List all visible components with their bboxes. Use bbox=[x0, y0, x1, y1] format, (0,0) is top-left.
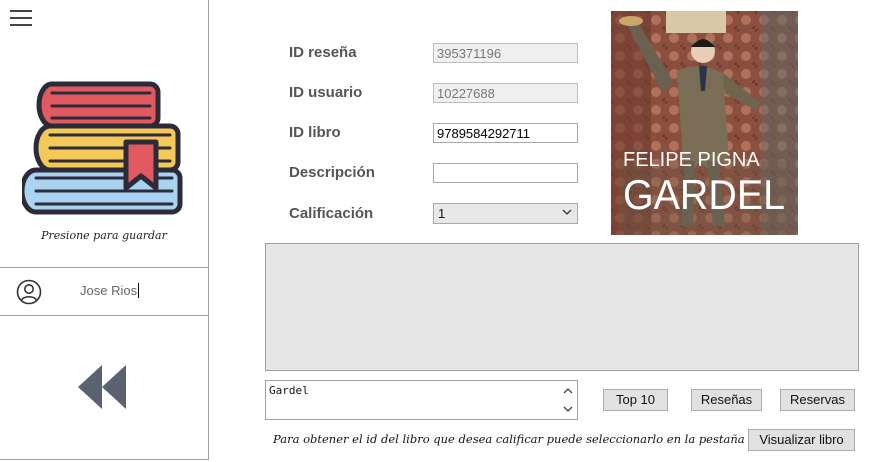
rating-select-value: 1 bbox=[438, 206, 446, 221]
reservations-button[interactable]: Reservas bbox=[780, 389, 855, 411]
sidebar: Presione para guardar Jose Rios bbox=[0, 0, 209, 460]
rating-select[interactable]: 1 bbox=[433, 203, 578, 224]
search-textbox[interactable]: Gardel bbox=[265, 380, 578, 420]
review-id-label: ID reseña bbox=[289, 44, 357, 61]
rewind-icon[interactable] bbox=[76, 363, 128, 411]
review-id-field[interactable] bbox=[433, 43, 578, 63]
chevron-up-icon[interactable] bbox=[562, 385, 574, 397]
cover-author: FELIPE PIGNA bbox=[623, 149, 760, 171]
books-data-grid[interactable] bbox=[265, 243, 859, 371]
cover-title: GARDEL bbox=[623, 171, 785, 218]
user-circle-icon bbox=[16, 279, 42, 305]
divider bbox=[0, 315, 208, 316]
rating-label: Calificación bbox=[289, 205, 374, 222]
book-cover-image: FELIPE PIGNA GARDEL bbox=[611, 11, 798, 235]
hamburger-icon[interactable] bbox=[10, 10, 32, 28]
user-id-label: ID usuario bbox=[289, 84, 363, 101]
search-text: Gardel bbox=[269, 384, 309, 397]
user-name-text: Jose Rios bbox=[80, 283, 138, 298]
description-field[interactable] bbox=[433, 163, 578, 183]
user-name-field[interactable]: Jose Rios bbox=[80, 283, 140, 298]
book-id-label: ID libro bbox=[289, 124, 341, 141]
chevron-down-icon bbox=[562, 209, 572, 215]
divider bbox=[0, 267, 208, 268]
description-label: Descripción bbox=[289, 164, 375, 181]
text-caret bbox=[138, 283, 140, 298]
chevron-down-icon[interactable] bbox=[562, 403, 574, 415]
reviews-button[interactable]: Reseñas bbox=[691, 389, 762, 411]
user-id-field[interactable] bbox=[433, 83, 578, 103]
books-stack-icon[interactable] bbox=[22, 78, 186, 216]
footer-hint: Para obtener el id del libro que desea c… bbox=[273, 432, 745, 446]
search-scrollbar[interactable] bbox=[559, 381, 577, 419]
view-book-button[interactable]: Visualizar libro bbox=[748, 429, 855, 451]
book-id-field[interactable] bbox=[433, 123, 578, 143]
save-hint[interactable]: Presione para guardar bbox=[0, 229, 208, 242]
top10-button[interactable]: Top 10 bbox=[603, 389, 668, 411]
